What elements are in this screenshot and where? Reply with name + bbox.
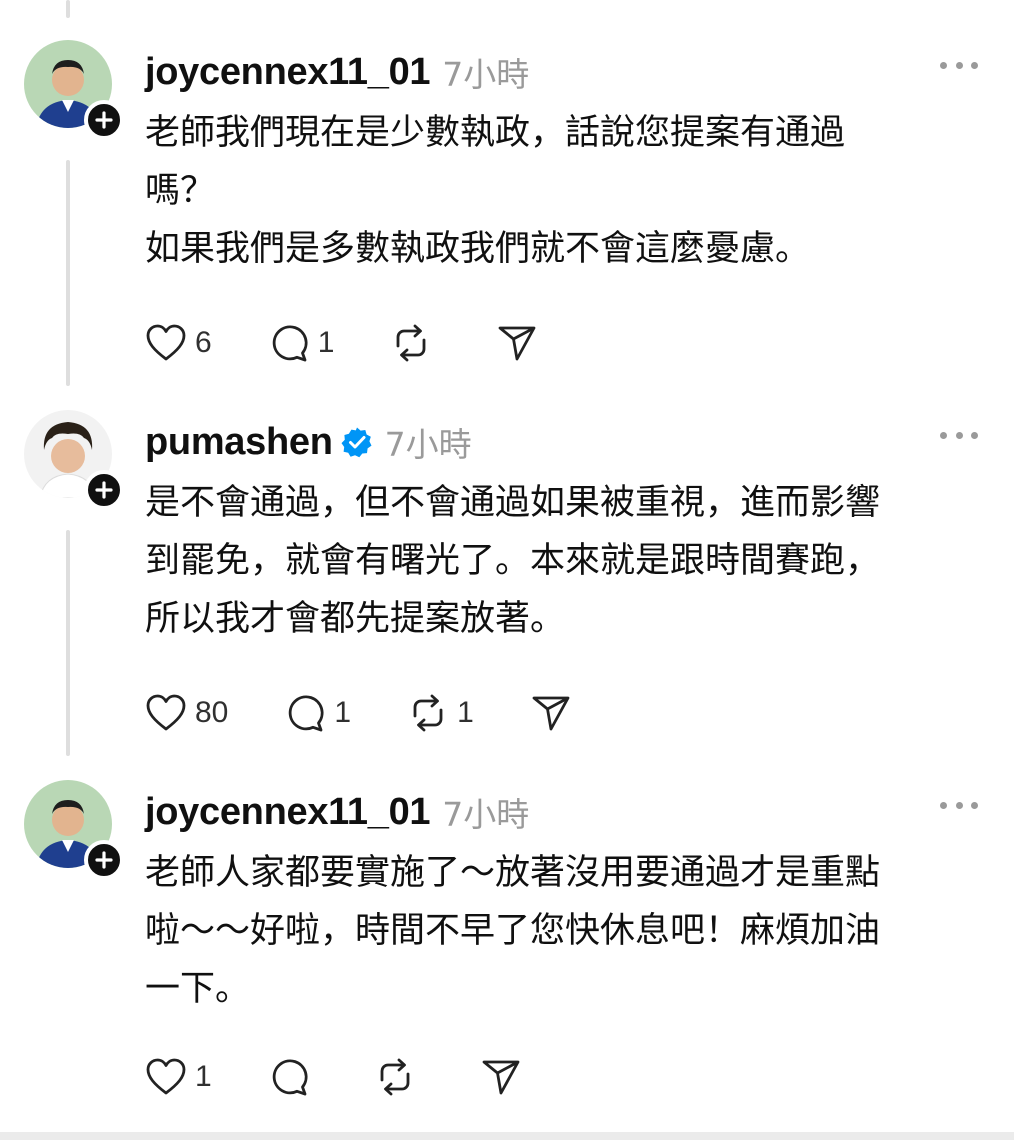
timestamp: 7小時 — [442, 795, 530, 834]
reply-count: 1 — [317, 326, 335, 359]
thread-line-top — [66, 0, 70, 18]
send-icon — [482, 1060, 520, 1095]
like-button[interactable]: 6 — [145, 323, 212, 363]
follow-plus-icon[interactable] — [84, 470, 124, 510]
reply-button[interactable] — [268, 1056, 318, 1098]
post-text-line: 老師我們現在是少數執政，話說您提案有通過 — [145, 113, 846, 153]
send-icon — [498, 326, 536, 361]
repost-button[interactable] — [390, 322, 440, 364]
share-button[interactable] — [530, 692, 572, 734]
action-bar: 1 — [145, 1052, 578, 1102]
comment-bubble-icon — [272, 325, 308, 362]
repost-count: 1 — [457, 696, 474, 729]
comment-bubble-icon — [289, 695, 324, 732]
reply-post: joycennex11_01 7小時 老師我們現在是少數執政，話說您提案有通過 … — [0, 40, 1014, 380]
post-text: 老師人家都要實施了～放著沒用要通過才是重點 啦～～好啦，時間不早了您快休息吧！麻… — [145, 844, 975, 1018]
post-header: joycennex11_01 7小時 — [145, 46, 529, 98]
heart-icon — [146, 324, 186, 361]
comment-bubble-icon — [272, 1059, 308, 1096]
timestamp: 7小時 — [384, 425, 472, 464]
like-button[interactable]: 1 — [145, 1057, 212, 1097]
post-text: 老師我們現在是少數執政，話說您提案有通過 嗎？ 如果我們是多數執政我們就不會這麼… — [145, 104, 975, 278]
more-options-icon[interactable] — [940, 428, 978, 442]
post-text-line: 是不會通過，但不會通過如果被重視，進而影響 — [145, 483, 881, 523]
more-options-icon[interactable] — [940, 58, 978, 72]
like-button[interactable]: 80 — [145, 693, 228, 733]
action-bar: 80 1 1 — [145, 688, 628, 738]
repost-icon — [380, 1058, 410, 1096]
reply-button[interactable]: 1 — [284, 692, 351, 734]
heart-icon — [146, 1058, 186, 1095]
like-count: 1 — [195, 1060, 212, 1093]
send-icon — [532, 696, 570, 731]
post-text-line: 如果我們是多數執政我們就不會這麼憂慮。 — [145, 229, 811, 269]
username[interactable]: joycennex11_01 — [145, 791, 431, 834]
repost-icon — [413, 694, 443, 732]
repost-button[interactable]: 1 — [407, 692, 474, 734]
post-text-line: 所以我才會都先提案放著。 — [145, 599, 566, 639]
post-text-line: 啦～～好啦，時間不早了您快休息吧！麻煩加油 — [145, 911, 881, 951]
share-button[interactable] — [480, 1056, 522, 1098]
reply-post: joycennex11_01 7小時 老師人家都要實施了～放著沒用要通過才是重點… — [0, 780, 1014, 1120]
post-header: pumashen 7小時 — [145, 416, 472, 468]
username[interactable]: pumashen — [145, 421, 333, 464]
post-text-line: 老師人家都要實施了～放著沒用要通過才是重點 — [145, 853, 881, 893]
username[interactable]: joycennex11_01 — [145, 51, 431, 94]
bottom-divider — [0, 1132, 1014, 1140]
like-count: 6 — [195, 326, 212, 359]
follow-plus-icon[interactable] — [84, 840, 124, 880]
like-count: 80 — [195, 696, 229, 729]
post-text-line: 到罷免，就會有曙光了。本來就是跟時間賽跑， — [145, 541, 881, 581]
repost-icon — [396, 324, 426, 362]
follow-plus-icon[interactable] — [84, 100, 124, 140]
post-text: 是不會通過，但不會通過如果被重視，進而影響 到罷免，就會有曙光了。本來就是跟時間… — [145, 474, 975, 648]
post-text-line: 嗎？ — [145, 171, 216, 211]
share-button[interactable] — [496, 322, 538, 364]
avatar-wrap — [24, 780, 124, 880]
heart-icon — [146, 694, 186, 731]
action-bar: 6 1 — [145, 318, 594, 368]
reply-count: 1 — [334, 696, 352, 729]
verified-badge-icon — [341, 427, 372, 458]
more-options-icon[interactable] — [940, 798, 978, 812]
avatar-wrap — [24, 40, 124, 140]
reply-post: pumashen 7小時 是不會通過，但不會通過如果被重視，進而影響 到罷免，就… — [0, 410, 1014, 750]
avatar-wrap — [24, 410, 124, 510]
post-text-line: 一下。 — [145, 969, 251, 1009]
post-header: joycennex11_01 7小時 — [145, 786, 529, 838]
timestamp: 7小時 — [442, 55, 530, 94]
repost-button[interactable] — [374, 1056, 424, 1098]
reply-button[interactable]: 1 — [268, 322, 335, 364]
threads-reply-screen: { "posts": [ { "username": "joycennex11_… — [0, 0, 1014, 1140]
